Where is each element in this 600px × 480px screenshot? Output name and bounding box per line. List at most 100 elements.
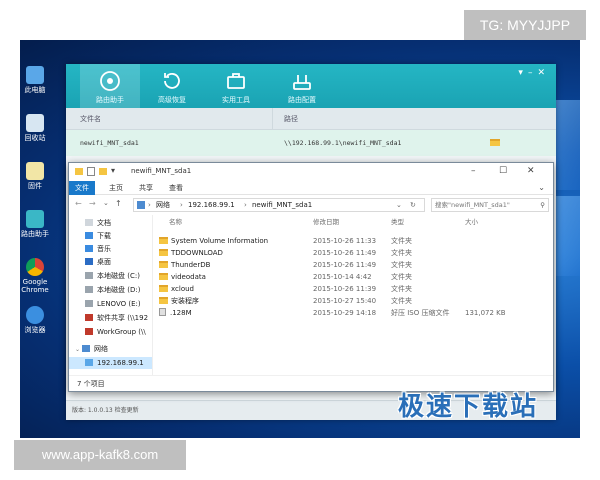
address-dropdown-icon[interactable]: ⌄ [396, 199, 402, 211]
table-row[interactable]: ThunderDB 2015-10-26 11:49 文件夹 [159, 259, 549, 271]
folder-icon [26, 162, 44, 180]
desktop-icon-router-helper[interactable]: 路由助手 [20, 210, 50, 238]
sidebar-item-music[interactable]: 音乐 [69, 243, 152, 255]
sidebar-item-drive-d[interactable]: 本地磁盘 (D:) [69, 284, 152, 296]
computer-icon [26, 66, 44, 84]
tab-home[interactable]: 主页 [103, 181, 129, 195]
folder-icon [75, 168, 83, 175]
folder-icon [159, 285, 168, 292]
drive-icon [85, 272, 93, 279]
sidebar-item-software-share[interactable]: 软件共享 (\\192 [69, 312, 152, 324]
refresh-icon[interactable]: ↻ [410, 199, 416, 211]
explorer-title: newifi_MNT_sda1 [131, 167, 192, 175]
search-input[interactable]: 搜索"newifi_MNT_sda1" ⚲ [431, 198, 549, 212]
row-path: \\192.168.99.1\newifi_MNT_sda1 [284, 139, 402, 147]
back-icon[interactable]: ← [75, 199, 82, 208]
qat-dropdown-icon[interactable]: ▾ [111, 166, 115, 175]
router-window-controls[interactable]: ▾–✕ [518, 68, 550, 78]
column-filename: 文件名 [80, 115, 101, 123]
tab-advanced-restore[interactable]: 高级恢复 [142, 64, 202, 108]
table-row[interactable]: .128M 2015-10-29 14:18 好压 ISO 压缩文件 131,0… [159, 307, 549, 319]
minimize-icon[interactable]: – [471, 166, 476, 176]
watermark-site: www.app-kafk8.com [14, 440, 186, 470]
screenshot: TG: MYYJJPP 此电脑 回收站 固件 路由助手 Google Chrom… [0, 0, 600, 480]
browser-icon [26, 306, 44, 324]
document-icon [85, 219, 93, 226]
toolbox-icon [227, 73, 245, 89]
chrome-icon [26, 258, 44, 276]
table-row[interactable]: videodata 2015-10-14 4:42 文件夹 [159, 271, 549, 283]
close-icon[interactable]: ✕ [537, 68, 550, 78]
tab-router-helper[interactable]: 路由助手 [80, 64, 140, 108]
address-bar[interactable]: › 网络 › 192.168.99.1 › newifi_MNT_sda1 ⌄ … [133, 198, 425, 212]
desktop-icon-browser[interactable]: 浏览器 [20, 306, 50, 334]
desktop-icon-firmware[interactable]: 固件 [20, 162, 50, 190]
folder-icon [159, 261, 168, 268]
file-explorer-window: ▾ newifi_MNT_sda1 – ☐ ✕ 文件 主页 共享 查看 ⌄ ← … [68, 162, 554, 392]
wallpaper-pane [554, 196, 580, 276]
restore-icon [164, 73, 180, 89]
tab-share[interactable]: 共享 [133, 181, 159, 195]
column-path: 路径 [284, 115, 298, 123]
column-size[interactable]: 大小 [465, 215, 478, 229]
tab-utilities[interactable]: 实用工具 [206, 64, 266, 108]
forward-icon[interactable]: → [89, 199, 96, 208]
sidebar-item-network[interactable]: ⌄ 网络 [69, 343, 152, 355]
sidebar-item-workgroup[interactable]: WorkGroup (\\ [69, 326, 152, 338]
open-folder-icon[interactable] [490, 139, 500, 146]
column-type[interactable]: 类型 [391, 215, 404, 229]
explorer-ribbon: 文件 主页 共享 查看 ⌄ [69, 181, 553, 195]
table-row[interactable]: 安装程序 2015-10-27 15:40 文件夹 [159, 295, 549, 307]
maximize-icon[interactable]: ☐ [499, 166, 507, 176]
desktop-icon-computer[interactable]: 此电脑 [20, 66, 50, 94]
recent-dropdown-icon[interactable]: ⌄ [103, 199, 109, 207]
folder-icon [159, 297, 168, 304]
folder-icon [159, 249, 168, 256]
row-filename: newifi_MNT_sda1 [80, 139, 139, 147]
table-row[interactable]: xcloud 2015-10-26 11:39 文件夹 [159, 283, 549, 295]
column-date[interactable]: 修改日期 [313, 215, 339, 229]
router-table-row[interactable]: newifi_MNT_sda1 \\192.168.99.1\newifi_MN… [66, 130, 556, 156]
column-name[interactable]: 名称 [169, 215, 182, 229]
breadcrumb-host[interactable]: 192.168.99.1 [188, 199, 235, 211]
dropdown-icon[interactable]: ▾ [518, 68, 528, 78]
breadcrumb-share[interactable]: newifi_MNT_sda1 [252, 199, 312, 211]
music-icon [85, 245, 93, 252]
sidebar-item-desktop[interactable]: 桌面 [69, 256, 152, 268]
sidebar-item-drive-e[interactable]: LENOVO (E:) [69, 298, 152, 310]
new-folder-icon[interactable] [99, 168, 107, 175]
sidebar-item-drive-c[interactable]: 本地磁盘 (C:) [69, 270, 152, 282]
desktop-icon-recycle-bin[interactable]: 回收站 [20, 114, 50, 142]
iso-file-icon [159, 308, 166, 316]
explorer-title-bar: ▾ newifi_MNT_sda1 – ☐ ✕ [69, 163, 553, 181]
up-icon[interactable]: ↑ [115, 199, 122, 208]
sidebar-item-downloads[interactable]: 下载 [69, 230, 152, 242]
close-icon[interactable]: ✕ [527, 166, 535, 176]
desktop-icon-chrome[interactable]: Google Chrome [20, 258, 50, 294]
tab-router-config[interactable]: 路由配置 [272, 64, 332, 108]
folder-icon [159, 237, 168, 244]
properties-icon[interactable] [87, 167, 95, 176]
computer-icon [85, 359, 93, 366]
wallpaper-pane [554, 100, 580, 190]
collapse-icon[interactable]: ⌄ [75, 346, 80, 353]
sidebar-item-host[interactable]: 192.168.99.1 [69, 357, 152, 369]
recycle-bin-icon [26, 114, 44, 132]
network-drive-icon [85, 314, 93, 321]
network-drive-icon [85, 328, 93, 335]
explorer-navigation-bar: ← → ⌄ ↑ › 网络 › 192.168.99.1 › newifi_MNT… [69, 196, 553, 214]
router-helper-icon [26, 210, 44, 228]
table-row[interactable]: TDDOWNLOAD 2015-10-26 11:49 文件夹 [159, 247, 549, 259]
network-icon [137, 201, 145, 209]
watermark-brand: 极速下载站 [398, 392, 539, 422]
router-helper-icon [100, 71, 120, 91]
download-icon [85, 232, 93, 239]
breadcrumb-network[interactable]: 网络 [156, 199, 170, 211]
table-row[interactable]: System Volume Information 2015-10-26 11:… [159, 235, 549, 247]
tab-file[interactable]: 文件 [69, 181, 95, 195]
file-list: 名称 修改日期 类型 大小 System Volume Information … [159, 215, 549, 375]
router-config-icon [293, 75, 311, 90]
sidebar-item-documents[interactable]: 文档 [69, 217, 152, 229]
ribbon-expand-icon[interactable]: ⌄ [538, 183, 545, 192]
tab-view[interactable]: 查看 [163, 181, 189, 195]
